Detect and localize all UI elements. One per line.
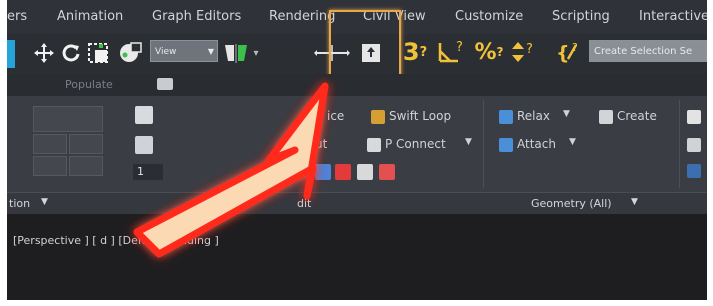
red-arrow-icon: [133, 82, 329, 258]
app-window: ers Animation Graph Editors Rendering Ci…: [7, 0, 707, 300]
